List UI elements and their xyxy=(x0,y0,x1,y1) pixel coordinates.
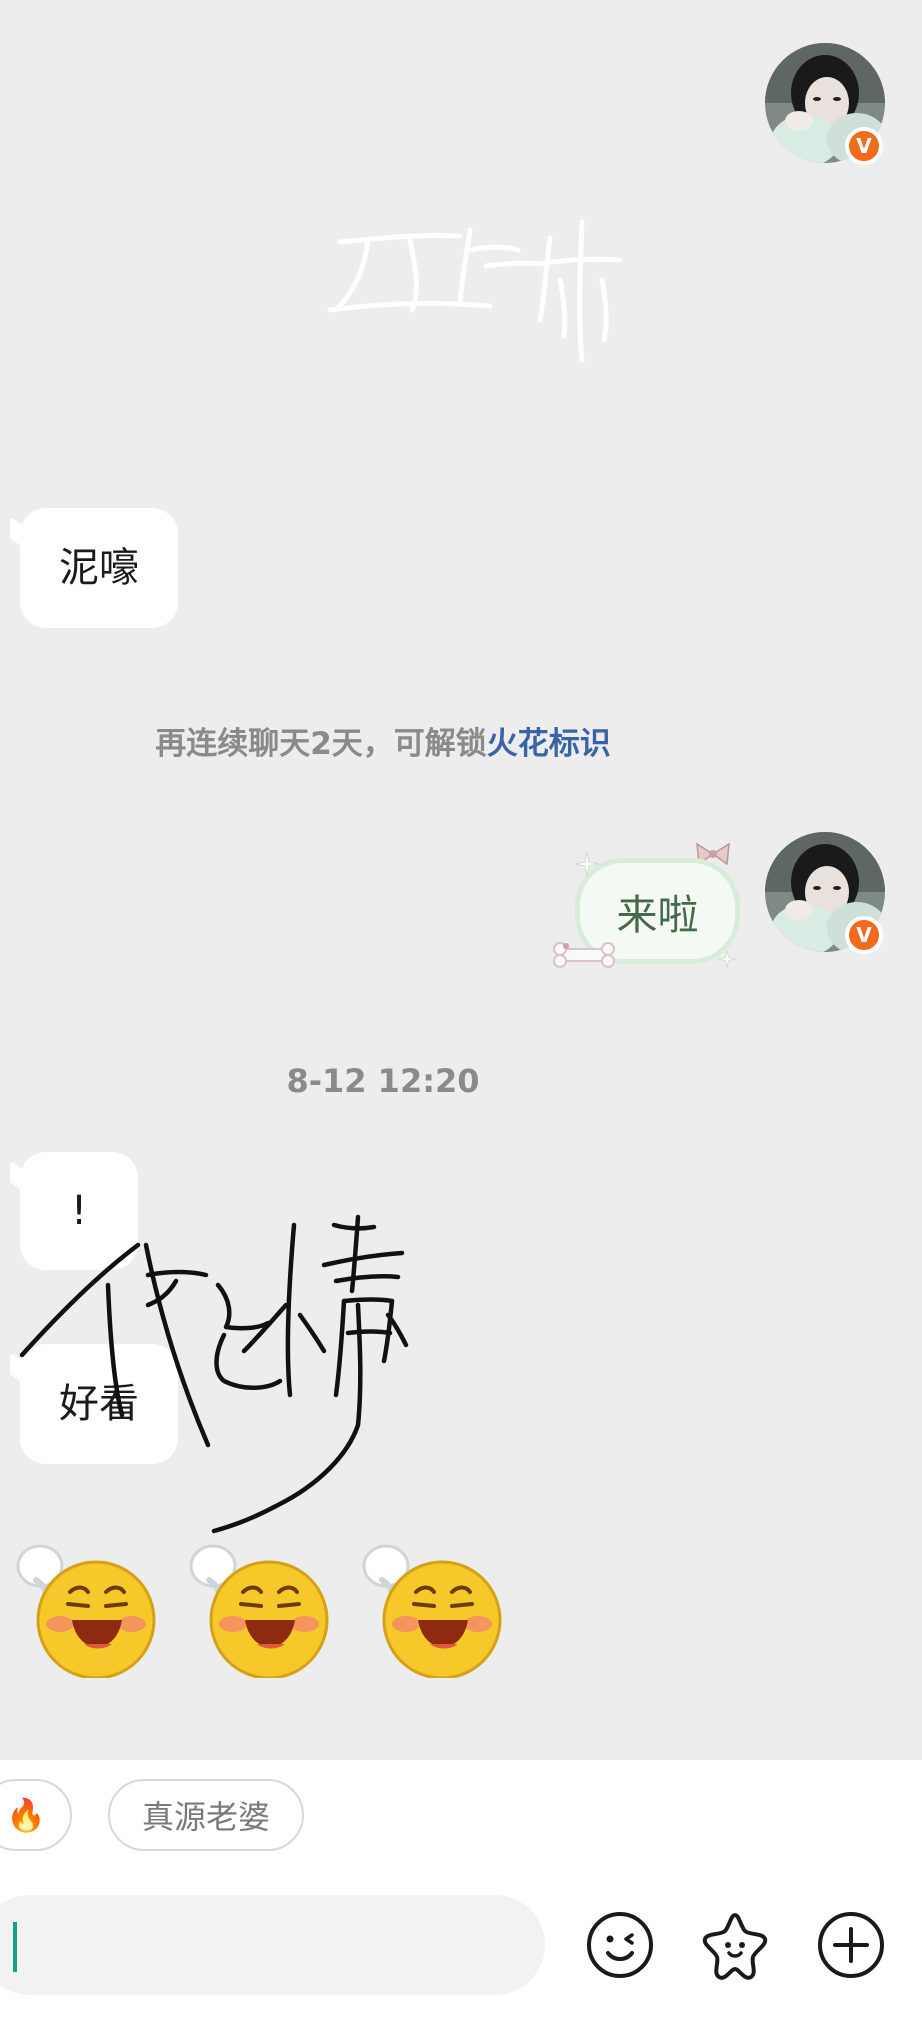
message-bubble-received[interactable]: ! xyxy=(20,1152,138,1270)
quick-reply-fire[interactable]: 🔥 xyxy=(0,1779,72,1851)
emoji-face-icon[interactable] xyxy=(584,1909,656,1981)
sparkle-icon xyxy=(575,852,599,876)
verified-badge-icon: V xyxy=(845,916,883,954)
quick-reply-chip[interactable]: 真源老婆 xyxy=(108,1779,304,1851)
steaming-laugh-emoji-icon[interactable] xyxy=(8,1528,158,1678)
fire-icon: 🔥 xyxy=(6,1796,46,1834)
sparkle-icon xyxy=(718,950,736,968)
self-avatar[interactable]: V xyxy=(765,832,885,954)
plus-icon[interactable] xyxy=(815,1909,887,1981)
message-text: ! xyxy=(70,1188,88,1234)
spark-badge-link[interactable]: 火花标识 xyxy=(487,726,611,762)
message-bubble-received[interactable]: 好看 xyxy=(20,1344,178,1464)
system-tip-text: 再连续聊天2天，可解锁 xyxy=(155,726,487,762)
quick-reply-label: 真源老婆 xyxy=(141,1798,270,1836)
text-caret xyxy=(13,1922,17,1972)
message-input[interactable] xyxy=(0,1895,545,1995)
system-tip: 再连续聊天2天，可解锁火花标识 xyxy=(0,718,766,763)
signature-watermark xyxy=(327,219,623,363)
steaming-laugh-emoji-icon[interactable] xyxy=(354,1528,504,1678)
message-text: 来啦 xyxy=(616,891,699,939)
verified-badge-icon: V xyxy=(845,127,883,165)
message-bubble-received[interactable]: 泥嚎 xyxy=(20,508,178,628)
chat-screen: V 泥嚎 再连续聊天2天，可解锁火花标识 V 来啦 8-12 12:20 ! 好… xyxy=(0,0,922,2020)
bone-decoration-icon xyxy=(553,942,615,968)
steaming-laugh-emoji-icon[interactable] xyxy=(181,1528,331,1678)
message-text: 好看 xyxy=(59,1381,139,1427)
sticker-star-icon[interactable] xyxy=(699,1909,771,1981)
timestamp: 8-12 12:20 xyxy=(286,1062,480,1100)
message-text: 泥嚎 xyxy=(59,545,139,591)
self-avatar[interactable]: V xyxy=(765,43,885,165)
